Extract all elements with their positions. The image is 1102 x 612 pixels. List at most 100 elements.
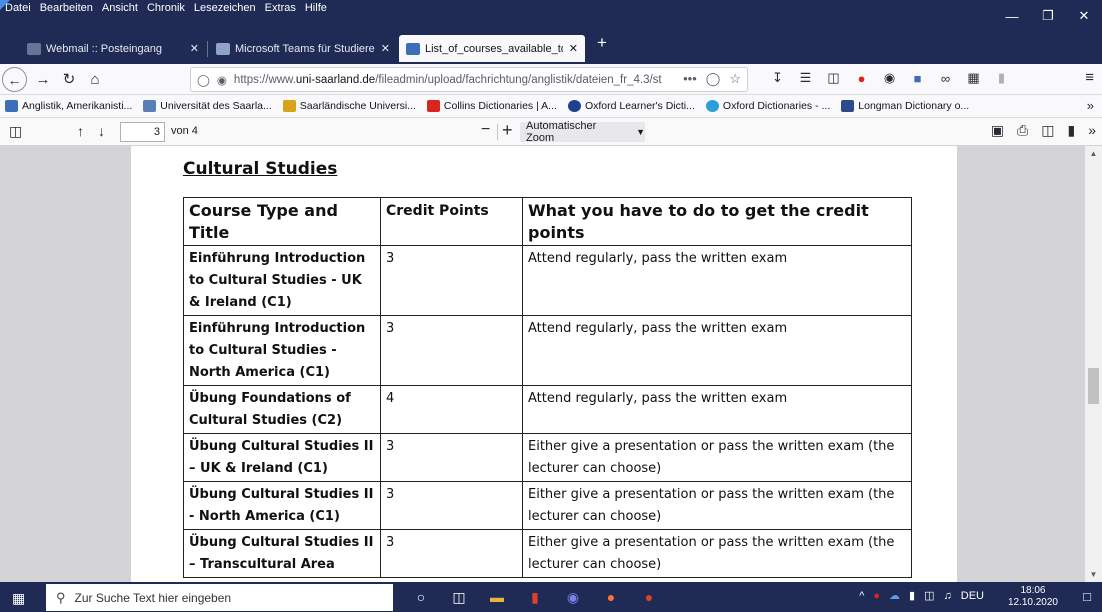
- shield-icon[interactable]: ◯: [197, 73, 210, 87]
- url-path: /fileadmin/upload/fachrichtung/anglistik…: [375, 73, 662, 86]
- firefox-icon[interactable]: ●: [600, 587, 622, 607]
- windows-start-icon[interactable]: ▦: [12, 590, 25, 607]
- menu-bearbeiten[interactable]: Bearbeiten: [40, 2, 93, 14]
- clock[interactable]: 18:06 12.10.2020: [1008, 585, 1058, 609]
- bookmark-longman[interactable]: Longman Dictionary o...: [841, 100, 969, 112]
- close-icon[interactable]: ✕: [381, 42, 390, 55]
- table-row: Einführung Introduction to Cultural Stud…: [183, 315, 912, 386]
- extension-gray-icon[interactable]: ▮: [992, 68, 1011, 88]
- zoom-in-icon[interactable]: +: [502, 120, 513, 141]
- menu-extras[interactable]: Extras: [265, 2, 296, 14]
- bookmark-saarlaendische[interactable]: Saarländische Universi...: [282, 100, 416, 112]
- course-title: Übung Foundations of Cultural Studies (C…: [183, 385, 381, 434]
- save-icon[interactable]: ◫: [1041, 122, 1054, 139]
- presentation-icon[interactable]: ▣: [991, 122, 1004, 139]
- volume-icon[interactable]: ♫: [944, 590, 952, 602]
- office-icon[interactable]: ▮: [524, 587, 546, 607]
- lock-icon[interactable]: ◉: [217, 73, 227, 87]
- bookmark-uni-saarland[interactable]: Universität des Saarla...: [143, 100, 272, 112]
- menu-hamburger-icon[interactable]: ≡: [1085, 69, 1094, 86]
- tab-separator: [207, 41, 208, 57]
- scroll-down-icon[interactable]: ▼: [1085, 567, 1102, 582]
- tab-teams[interactable]: Microsoft Teams für Studierend ✕: [209, 35, 397, 62]
- notification-icon[interactable]: □: [1083, 589, 1091, 604]
- tab-webmail[interactable]: Webmail :: Posteingang ✕: [20, 35, 206, 62]
- menu-hilfe[interactable]: Hilfe: [305, 2, 327, 14]
- course-credits: 3: [380, 529, 523, 578]
- zoom-select[interactable]: Automatischer Zoom ▼: [520, 120, 645, 144]
- bookmark-icon[interactable]: ▮: [1067, 122, 1075, 139]
- home-icon[interactable]: ⌂: [83, 68, 107, 90]
- bookmark-favicon-icon: [143, 100, 157, 112]
- page-actions-button[interactable]: •••: [683, 71, 697, 87]
- course-title: Einführung Introduction to Cultural Stud…: [183, 245, 381, 316]
- course-credits: 3: [380, 433, 523, 482]
- menu-lesezeichen[interactable]: Lesezeichen: [194, 2, 256, 14]
- chevron-up-icon[interactable]: ^: [859, 590, 864, 602]
- taskbar-search-input[interactable]: ⚲ Zur Suche Text hier eingeben: [46, 584, 393, 611]
- title-bar: Datei Bearbeiten Ansicht Chronik Lesezei…: [0, 0, 1102, 32]
- bookmark-star-icon[interactable]: ☆: [729, 71, 741, 87]
- menu-chronik[interactable]: Chronik: [147, 2, 185, 14]
- zoom-out-icon[interactable]: −: [481, 121, 490, 139]
- pocket-icon[interactable]: ◯: [706, 71, 721, 87]
- close-icon[interactable]: ✕: [190, 42, 199, 55]
- bookmark-anglistik[interactable]: Anglistik, Amerikanisti...: [5, 100, 132, 112]
- back-icon[interactable]: ←: [2, 67, 27, 92]
- course-requirement: Either give a presentation or pass the w…: [522, 481, 912, 530]
- battery-icon[interactable]: ▮: [909, 589, 915, 602]
- pdf-viewer[interactable]: Cultural Studies Course Type and Title C…: [0, 146, 1102, 582]
- bookmarks-bar: Anglistik, Amerikanisti... Universität d…: [0, 95, 1102, 118]
- more-tools-icon[interactable]: »: [1088, 122, 1096, 139]
- teams-taskbar-icon[interactable]: ◉: [562, 587, 584, 607]
- chevron-more-icon[interactable]: »: [1087, 98, 1094, 113]
- close-window-icon[interactable]: ✕: [1066, 0, 1102, 32]
- url-actions: ••• ◯ ☆: [679, 71, 741, 87]
- url-bar[interactable]: ◯ ◉ https://www. uni-saarland.de/fileadmi…: [190, 67, 748, 92]
- print-icon[interactable]: ⎙: [1017, 122, 1028, 139]
- scroll-thumb[interactable]: [1088, 368, 1099, 404]
- bookmark-label: Oxford Learner's Dicti...: [584, 100, 695, 112]
- vertical-scrollbar[interactable]: ▲ ▼: [1085, 146, 1102, 582]
- sidebar-icon[interactable]: ◫: [824, 68, 843, 88]
- account-icon[interactable]: ◉: [880, 68, 899, 88]
- header-credit-points: Credit Points: [380, 197, 523, 246]
- table-row: Übung Cultural Studies II – Transcultura…: [183, 529, 912, 578]
- next-page-icon[interactable]: ↓: [98, 123, 105, 139]
- menu-ansicht[interactable]: Ansicht: [102, 2, 138, 14]
- bookmark-collins[interactable]: Collins Dictionaries | A...: [426, 100, 557, 112]
- previous-page-icon[interactable]: ↑: [77, 123, 84, 139]
- grid-icon[interactable]: ▦: [964, 68, 983, 88]
- antivirus-icon[interactable]: ●: [873, 590, 880, 602]
- minimize-icon[interactable]: —: [994, 0, 1030, 32]
- forward-icon[interactable]: →: [31, 68, 55, 90]
- download-icon[interactable]: ↧: [768, 68, 787, 88]
- restore-icon[interactable]: ❐: [1030, 0, 1066, 32]
- powerpoint-icon[interactable]: ●: [638, 587, 660, 607]
- window-controls: — ❐ ✕: [994, 0, 1102, 32]
- clock-time: 18:06: [1020, 585, 1046, 596]
- table-row: Übung Cultural Studies II – UK & Ireland…: [183, 433, 912, 482]
- bookmark-oxford-dictionaries[interactable]: Oxford Dictionaries - ...: [705, 100, 830, 112]
- task-view-icon[interactable]: ◫: [448, 587, 470, 607]
- new-tab-button[interactable]: +: [597, 33, 607, 53]
- adblock-icon[interactable]: ●: [852, 68, 871, 88]
- onedrive-icon[interactable]: ☁: [889, 589, 900, 602]
- toggle-sidebar-icon[interactable]: ◫: [9, 123, 22, 140]
- bookmark-label: Collins Dictionaries | A...: [443, 100, 557, 112]
- network-icon[interactable]: ◫: [924, 589, 934, 602]
- bookmark-oxford-learners[interactable]: Oxford Learner's Dicti...: [567, 100, 695, 112]
- page-number-input[interactable]: 3: [120, 122, 165, 142]
- language-indicator[interactable]: DEU: [961, 590, 984, 602]
- cortana-icon[interactable]: ○: [410, 587, 432, 607]
- scroll-up-icon[interactable]: ▲: [1085, 146, 1102, 161]
- reload-icon[interactable]: ↻: [57, 68, 81, 90]
- file-explorer-icon[interactable]: ▬: [486, 587, 508, 607]
- translate-icon[interactable]: ■: [908, 68, 927, 88]
- close-icon[interactable]: ✕: [569, 42, 578, 55]
- course-requirement: Attend regularly, pass the written exam: [522, 245, 912, 316]
- extension-icon[interactable]: ∞: [936, 68, 955, 88]
- tab-pdf-active[interactable]: List_of_courses_available_to_Er ✕: [399, 35, 585, 62]
- taskbar: ▦ ⚲ Zur Suche Text hier eingeben ○ ◫ ▬ ▮…: [0, 582, 1102, 612]
- library-icon[interactable]: ☰: [796, 68, 815, 88]
